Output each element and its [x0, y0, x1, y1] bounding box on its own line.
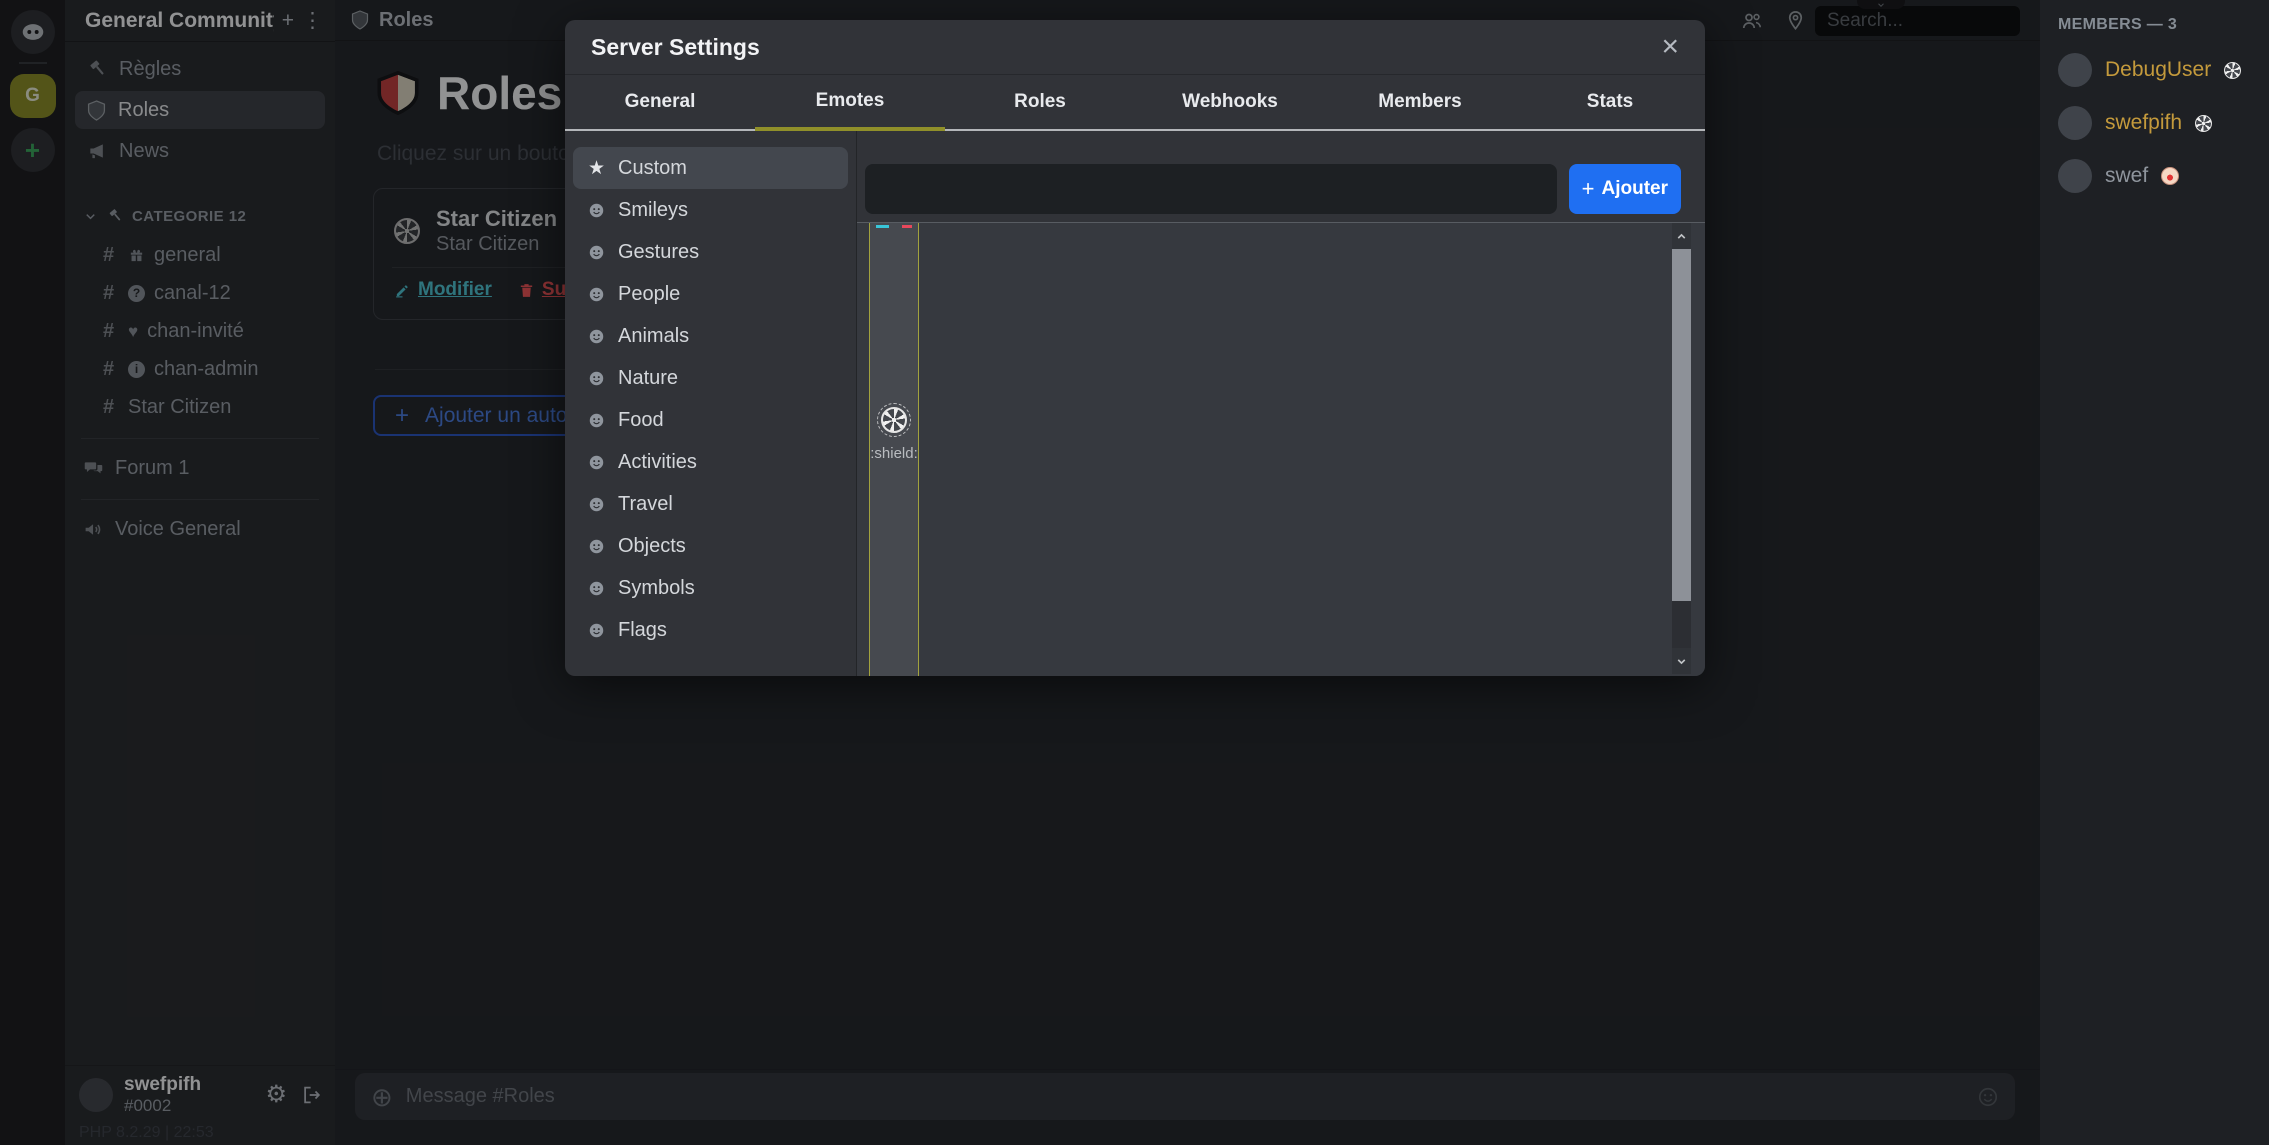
category-item-animals[interactable]: Animals	[573, 315, 848, 357]
server-settings-modal: Server Settings × General Emotes Roles W…	[565, 20, 1705, 676]
smiley-icon	[588, 244, 605, 261]
avatar	[2058, 106, 2092, 140]
member-name: DebugUser	[2105, 58, 2211, 82]
tab-general[interactable]: General	[565, 75, 755, 131]
emoji-category-list: ★ Custom Smileys Gestures People A	[565, 131, 857, 676]
add-emote-label: Ajouter	[1602, 178, 1669, 200]
red-marker	[902, 225, 912, 228]
member-row-debuguser[interactable]: DebugUser	[2058, 53, 2269, 87]
smiley-icon	[588, 412, 605, 429]
chevron-up-icon	[1675, 230, 1688, 243]
close-icon[interactable]: ×	[1661, 32, 1679, 62]
emote-grid-scrollbar[interactable]	[1672, 223, 1691, 674]
tab-members[interactable]: Members	[1325, 75, 1515, 131]
modal-title: Server Settings	[591, 34, 1661, 61]
smiley-icon	[588, 370, 605, 387]
modal-tab-bar: General Emotes Roles Webhooks Members St…	[565, 75, 1705, 131]
category-item-nature[interactable]: Nature	[573, 357, 848, 399]
category-item-gestures[interactable]: Gestures	[573, 231, 848, 273]
member-row-swef[interactable]: swef	[2058, 159, 2269, 193]
emote-item-shield[interactable]: :shield:	[870, 407, 918, 462]
app-screen: G + General Community Test + ⋮ Règles Ro…	[0, 0, 2269, 1145]
tab-roles[interactable]: Roles	[945, 75, 1135, 131]
smiley-icon	[588, 538, 605, 555]
category-item-flags[interactable]: Flags	[573, 609, 848, 651]
member-row-swefpifh[interactable]: swefpifh	[2058, 106, 2269, 140]
category-item-activities[interactable]: Activities	[573, 441, 848, 483]
category-item-objects[interactable]: Objects	[573, 525, 848, 567]
category-label: People	[618, 283, 680, 306]
cyan-marker	[876, 225, 889, 228]
members-header: MEMBERS — 3	[2058, 16, 2269, 34]
smiley-icon	[588, 622, 605, 639]
category-label: Custom	[618, 157, 687, 180]
category-item-people[interactable]: People	[573, 273, 848, 315]
clown-emoji-icon	[2161, 167, 2179, 185]
add-emote-button[interactable]: + Ajouter	[1569, 164, 1681, 214]
avatar	[2058, 53, 2092, 87]
emote-toolbar: + Ajouter	[857, 131, 1705, 214]
category-label: Objects	[618, 535, 686, 558]
member-name: swefpifh	[2105, 111, 2182, 135]
pinwheel-emoji-icon	[881, 407, 907, 433]
category-item-travel[interactable]: Travel	[573, 483, 848, 525]
scrollbar-thumb[interactable]	[1672, 249, 1691, 601]
scroll-up-button[interactable]	[1672, 223, 1691, 249]
category-item-custom[interactable]: ★ Custom	[573, 147, 848, 189]
category-label: Gestures	[618, 241, 699, 264]
emotes-panel: ★ Custom Smileys Gestures People A	[565, 131, 1705, 676]
category-label: Travel	[618, 493, 673, 516]
emote-search-input[interactable]	[865, 164, 1557, 214]
category-label: Activities	[618, 451, 697, 474]
category-label: Symbols	[618, 577, 695, 600]
member-name: swef	[2105, 164, 2148, 188]
chevron-down-icon	[1675, 655, 1688, 668]
category-label: Nature	[618, 367, 678, 390]
category-label: Food	[618, 409, 664, 432]
tab-webhooks[interactable]: Webhooks	[1135, 75, 1325, 131]
pinwheel-badge-icon	[2224, 62, 2241, 79]
members-sidebar: MEMBERS — 3 DebugUser swefpifh swef	[2040, 0, 2269, 1145]
category-label: Flags	[618, 619, 667, 642]
category-label: Smileys	[618, 199, 688, 222]
smiley-icon	[588, 202, 605, 219]
scroll-down-button[interactable]	[1672, 648, 1691, 674]
modal-header: Server Settings ×	[565, 20, 1705, 75]
tab-stats[interactable]: Stats	[1515, 75, 1705, 131]
smiley-icon	[588, 286, 605, 303]
emote-grid-column: :shield:	[869, 223, 919, 676]
smiley-icon	[588, 328, 605, 345]
tab-emotes[interactable]: Emotes	[755, 75, 945, 131]
emote-grid: :shield:	[857, 222, 1705, 676]
category-item-food[interactable]: Food	[573, 399, 848, 441]
pinwheel-badge-icon	[2195, 115, 2212, 132]
category-label: Animals	[618, 325, 689, 348]
avatar	[2058, 159, 2092, 193]
smiley-icon	[588, 496, 605, 513]
plus-icon: +	[1582, 176, 1595, 202]
star-icon: ★	[588, 159, 605, 178]
category-item-symbols[interactable]: Symbols	[573, 567, 848, 609]
smiley-icon	[588, 454, 605, 471]
smiley-icon	[588, 580, 605, 597]
emote-name: :shield:	[870, 445, 918, 462]
emotes-content: + Ajouter :shield:	[857, 131, 1705, 676]
category-item-smileys[interactable]: Smileys	[573, 189, 848, 231]
